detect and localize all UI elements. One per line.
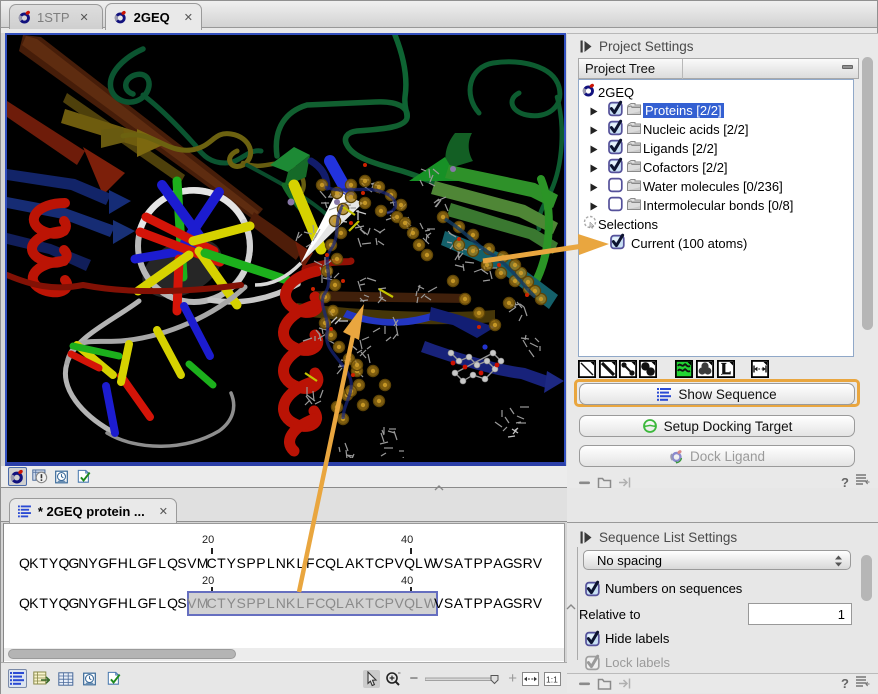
svg-text:1:1: 1:1 <box>546 674 558 684</box>
